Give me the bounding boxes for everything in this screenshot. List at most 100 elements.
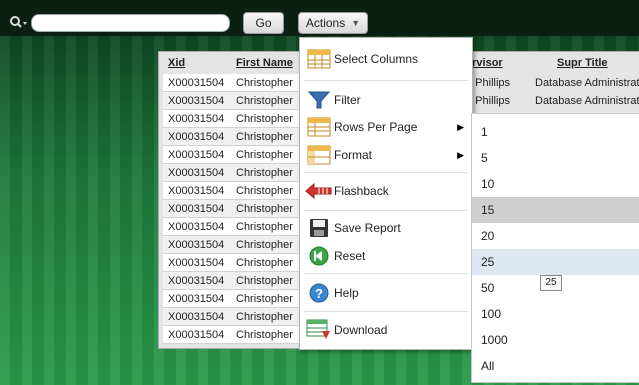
chevron-down-icon: ▼ xyxy=(351,18,361,28)
menu-divider xyxy=(304,172,468,173)
menu-item-label: Reset xyxy=(334,249,366,263)
xid-cell: X00031504 xyxy=(163,127,231,146)
xid-cell: X00031504 xyxy=(163,307,231,326)
search-input[interactable] xyxy=(31,14,230,32)
xid-cell: X00031504 xyxy=(163,235,231,254)
table-row: X00031504 Christopher xyxy=(163,163,303,182)
column-header-first-name[interactable]: First Name xyxy=(231,52,303,74)
table-row: X00031504 Christopher xyxy=(163,91,303,110)
chevron-right-icon: ▶ xyxy=(457,149,464,160)
first-name-cell: Christopher xyxy=(231,325,303,344)
rows-option-100[interactable]: 100 xyxy=(472,301,639,327)
rows-option-1[interactable]: 1 xyxy=(472,119,639,145)
go-label: Go xyxy=(255,16,272,30)
supr-title-cell: Database Administrato xyxy=(535,77,639,89)
go-button[interactable]: Go xyxy=(243,12,284,34)
xid-cell: X00031504 xyxy=(163,74,231,92)
menu-divider xyxy=(304,210,468,211)
menu-item-label: Download xyxy=(334,323,388,337)
xid-cell: X00031504 xyxy=(163,253,231,272)
table-row: X00031504 Christopher xyxy=(163,271,303,290)
xid-cell: X00031504 xyxy=(163,271,231,290)
table-row: X00031504 Christopher xyxy=(163,199,303,218)
menu-divider xyxy=(304,273,468,274)
report-toolbar: Go Actions ▼ xyxy=(0,0,639,36)
first-name-cell: Christopher xyxy=(231,271,303,290)
first-name-cell: Christopher xyxy=(231,181,303,200)
rows-per-page-icon xyxy=(304,117,334,137)
first-name-cell: Christopher xyxy=(231,307,303,326)
table-row: X00031504 Christopher xyxy=(163,127,303,146)
rows-per-page-submenu: 1 5 10 15 20 25 50 100 1000 All xyxy=(471,113,639,383)
select-columns-icon xyxy=(304,49,334,69)
table-row: X00031504 Christopher xyxy=(163,289,303,308)
report-table: Xid First Name X00031504 Christopher X0003… xyxy=(163,52,303,344)
table-row: X00031504 Christopher xyxy=(163,253,303,272)
menu-item-format[interactable]: Format ▶ xyxy=(300,142,472,168)
table-row: X00031504 Christopher xyxy=(163,325,303,344)
table-row: X00031504 Christopher xyxy=(163,145,303,164)
column-header-supr-title[interactable]: Supr Title xyxy=(557,52,608,74)
table-row: X00031504 Christopher xyxy=(163,74,303,92)
rows-option-all[interactable]: All xyxy=(472,353,639,379)
xid-cell: X00031504 xyxy=(163,181,231,200)
menu-item-filter[interactable]: Filter xyxy=(300,86,472,114)
svg-text:?: ? xyxy=(315,286,323,301)
rows-option-25[interactable]: 25 xyxy=(472,249,639,275)
actions-button[interactable]: Actions ▼ xyxy=(298,12,368,34)
save-icon xyxy=(304,218,334,238)
xid-cell: X00031504 xyxy=(163,163,231,182)
first-name-cell: Christopher xyxy=(231,163,303,182)
rows-option-15[interactable]: 15 xyxy=(472,197,639,223)
xid-cell: X00031504 xyxy=(163,325,231,344)
actions-menu: Select Columns Filter Rows Per Page ▶ Fo… xyxy=(299,37,473,350)
menu-item-label: Format xyxy=(334,148,373,162)
help-icon: ? xyxy=(304,283,334,303)
chevron-right-icon: ▶ xyxy=(457,121,464,132)
menu-item-label: Rows Per Page xyxy=(334,120,418,134)
rows-option-1000[interactable]: 1000 xyxy=(472,327,639,353)
xid-cell: X00031504 xyxy=(163,217,231,236)
menu-item-rows-per-page[interactable]: Rows Per Page ▶ xyxy=(300,114,472,140)
menu-item-label: Filter xyxy=(334,93,361,107)
xid-cell: X00031504 xyxy=(163,145,231,164)
first-name-cell: Christopher xyxy=(231,199,303,218)
xid-cell: X00031504 xyxy=(163,91,231,110)
first-name-cell: Christopher xyxy=(231,109,303,128)
first-name-cell: Christopher xyxy=(231,253,303,272)
table-row: X00031504 Christopher xyxy=(163,181,303,200)
table-row: X00031504 Christopher xyxy=(163,109,303,128)
format-icon xyxy=(304,145,334,165)
xid-cell: X00031504 xyxy=(163,289,231,308)
rows-tooltip: 25 xyxy=(540,275,562,291)
first-name-cell: Christopher xyxy=(231,235,303,254)
rows-option-20[interactable]: 20 xyxy=(472,223,639,249)
menu-item-reset[interactable]: Reset xyxy=(300,242,472,270)
reset-icon xyxy=(304,246,334,266)
menu-item-save-report[interactable]: Save Report xyxy=(300,215,472,241)
table-row: X00031504 Christopher xyxy=(163,217,303,236)
menu-item-label: Save Report xyxy=(334,221,401,235)
menu-divider xyxy=(304,311,468,312)
menu-item-label: Help xyxy=(334,286,359,300)
rows-option-10[interactable]: 10 xyxy=(472,171,639,197)
menu-item-select-columns[interactable]: Select Columns xyxy=(300,44,472,74)
first-name-cell: Christopher xyxy=(231,289,303,308)
menu-item-help[interactable]: ? Help xyxy=(300,278,472,308)
first-name-cell: Christopher xyxy=(231,127,303,146)
search-icon[interactable] xyxy=(9,14,31,32)
column-header-xid[interactable]: Xid xyxy=(163,52,231,74)
rows-option-5[interactable]: 5 xyxy=(472,145,639,171)
menu-divider xyxy=(304,80,468,81)
first-name-cell: Christopher xyxy=(231,217,303,236)
menu-item-label: Select Columns xyxy=(334,52,419,66)
menu-item-flashback[interactable]: Flashback xyxy=(300,176,472,206)
xid-cell: X00031504 xyxy=(163,109,231,128)
menu-item-download[interactable]: Download xyxy=(300,316,472,344)
first-name-cell: Christopher xyxy=(231,145,303,164)
search-bar xyxy=(9,13,230,33)
menu-item-label: Flashback xyxy=(334,184,389,198)
first-name-cell: Christopher xyxy=(231,91,303,110)
supr-title-cell: Database Administrato xyxy=(535,95,639,107)
filter-icon xyxy=(304,90,334,110)
